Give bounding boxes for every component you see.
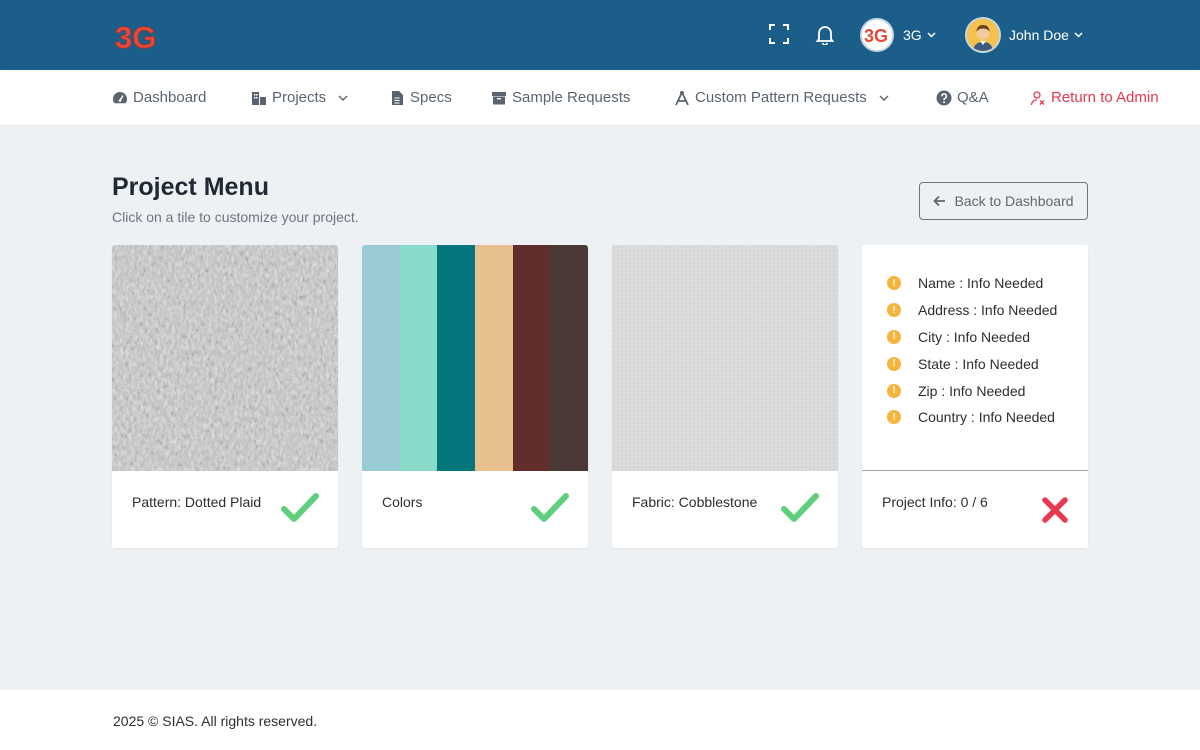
question-icon — [936, 90, 952, 106]
nav-label: Dashboard — [133, 89, 207, 106]
check-icon — [780, 491, 820, 525]
nav-label: Q&A — [957, 89, 989, 106]
check-icon — [530, 491, 570, 525]
color-swatch — [399, 245, 438, 471]
footer-copyright: 2025 © SIAS. All rights reserved. — [113, 713, 318, 729]
archive-icon — [491, 90, 507, 106]
project-info-list: ! Name : Info Needed ! Address : Info Need… — [887, 270, 1057, 431]
main-nav: Dashboard Projects Specs Sample Requests… — [0, 70, 1200, 125]
tile-label: Project Info: 0 / 6 — [882, 494, 988, 510]
check-icon — [280, 491, 320, 525]
org-name: 3G — [903, 27, 922, 43]
nav-label: Custom Pattern Requests — [695, 89, 867, 106]
nav-label: Sample Requests — [512, 89, 631, 106]
warning-icon: ! — [887, 383, 901, 398]
user-name: John Doe — [1009, 27, 1069, 43]
dashboard-icon — [112, 90, 128, 106]
color-swatch — [550, 245, 588, 471]
footer: 2025 © SIAS. All rights reserved. — [0, 690, 1200, 750]
list-item: ! Country : Info Needed — [887, 404, 1057, 431]
nav-item-qa[interactable]: Q&A — [936, 70, 989, 125]
close-icon — [1040, 495, 1070, 525]
arrow-left-icon — [933, 195, 946, 207]
back-to-dashboard-button[interactable]: Back to Dashboard — [919, 182, 1088, 220]
bell-icon[interactable] — [813, 22, 837, 46]
nav-label: Specs — [410, 89, 452, 106]
warning-icon: ! — [887, 329, 901, 344]
nav-item-projects[interactable]: Projects — [251, 70, 348, 125]
projects-icon — [251, 90, 267, 106]
org-switcher[interactable]: 3G 3G — [860, 17, 936, 53]
user-x-icon — [1030, 90, 1046, 106]
page-title: Project Menu — [112, 173, 269, 201]
back-button-label: Back to Dashboard — [954, 193, 1074, 209]
color-swatch — [437, 245, 476, 471]
list-item: ! State : Info Needed — [887, 350, 1057, 377]
user-menu[interactable]: John Doe — [965, 17, 1083, 53]
nav-item-dashboard[interactable]: Dashboard — [112, 70, 206, 125]
fabric-image — [612, 245, 838, 471]
logo-text: 3G — [115, 20, 156, 52]
chevron-down-icon — [879, 93, 889, 103]
divider — [862, 470, 1088, 471]
fullscreen-icon[interactable] — [767, 22, 791, 46]
top-header: 3G 3G 3G John Doe — [0, 0, 1200, 70]
warning-icon: ! — [887, 303, 901, 318]
tile-pattern[interactable]: Pattern: Dotted Plaid — [112, 245, 338, 548]
warning-icon: ! — [887, 356, 901, 371]
warning-icon: ! — [887, 410, 901, 425]
color-swatch — [512, 245, 551, 471]
list-item: ! Name : Info Needed — [887, 270, 1057, 297]
color-swatches — [362, 245, 588, 471]
tile-fabric[interactable]: Fabric: Cobblestone — [612, 245, 838, 548]
avatar — [965, 17, 1001, 53]
warning-icon: ! — [887, 276, 901, 291]
color-swatch — [362, 245, 400, 471]
nav-label: Return to Admin — [1051, 89, 1159, 106]
chevron-down-icon — [338, 93, 348, 103]
brand-logo[interactable]: 3G — [115, 20, 163, 56]
chevron-down-icon — [927, 30, 936, 40]
pattern-image — [112, 245, 338, 471]
list-item: ! Address : Info Needed — [887, 297, 1057, 324]
nav-item-specs[interactable]: Specs — [389, 70, 452, 125]
file-icon — [389, 90, 405, 106]
org-avatar: 3G — [860, 18, 894, 52]
list-item: ! City : Info Needed — [887, 324, 1057, 351]
tile-colors[interactable]: Colors — [362, 245, 588, 548]
svg-text:3G: 3G — [864, 26, 888, 45]
tile-project-info[interactable]: ! Name : Info Needed ! Address : Info Need… — [862, 245, 1088, 548]
tile-label: Pattern: Dotted Plaid — [132, 494, 262, 510]
tile-label: Colors — [382, 494, 423, 510]
tile-label: Fabric: Cobblestone — [632, 494, 758, 510]
color-swatch — [475, 245, 513, 471]
nav-item-sample-requests[interactable]: Sample Requests — [491, 70, 630, 125]
compass-icon — [674, 90, 690, 106]
page-subtitle: Click on a tile to customize your projec… — [112, 209, 359, 225]
nav-item-custom-pattern-requests[interactable]: Custom Pattern Requests — [674, 70, 889, 125]
nav-label: Projects — [272, 89, 327, 106]
list-item: ! Zip : Info Needed — [887, 377, 1057, 404]
chevron-down-icon — [1074, 30, 1083, 40]
nav-item-return-to-admin[interactable]: Return to Admin — [1030, 70, 1159, 125]
